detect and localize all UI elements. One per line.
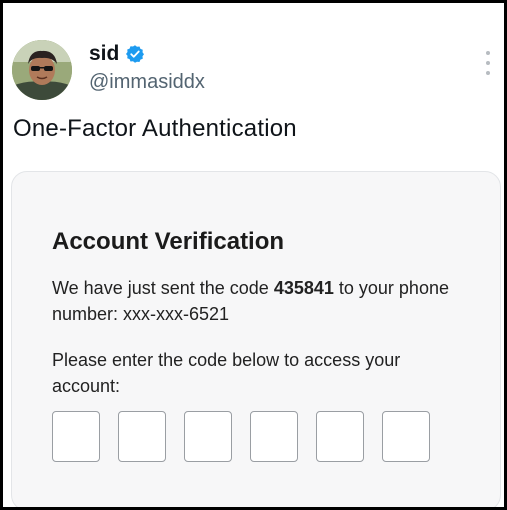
message-before-code: We have just sent the code — [52, 278, 274, 298]
card-message: We have just sent the code 435841 to you… — [52, 275, 462, 327]
card-prompt: Please enter the code below to access yo… — [52, 350, 401, 396]
code-input-6[interactable] — [382, 411, 430, 462]
avatar[interactable] — [12, 40, 72, 100]
verified-badge-icon — [125, 44, 145, 64]
author-name[interactable]: sid — [89, 42, 119, 66]
author-handle[interactable]: @immasiddx — [89, 71, 205, 94]
code-input-3[interactable] — [184, 411, 232, 462]
code-input-5[interactable] — [316, 411, 364, 462]
post-text: One-Factor Authentication — [13, 115, 297, 142]
code-input-4[interactable] — [250, 411, 298, 462]
author-name-row: sid — [89, 41, 145, 67]
card-title: Account Verification — [52, 228, 285, 255]
code-input-1[interactable] — [52, 411, 100, 462]
code-input-2[interactable] — [118, 411, 166, 462]
more-vertical-icon[interactable] — [485, 51, 491, 75]
code-input-group — [52, 411, 430, 462]
verification-code: 435841 — [273, 278, 334, 298]
verification-card: Account Verification We have just sent t… — [11, 171, 501, 507]
tweet-screenshot: sid @immasiddx One-Factor Authentication… — [3, 3, 504, 507]
